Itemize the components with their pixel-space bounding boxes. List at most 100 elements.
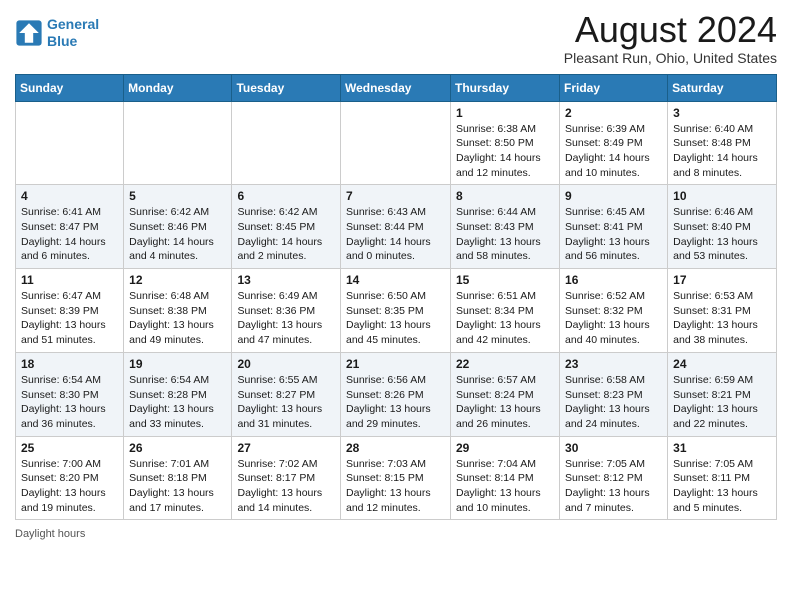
- calendar-cell: 26Sunrise: 7:01 AM Sunset: 8:18 PM Dayli…: [124, 436, 232, 520]
- day-info: Sunrise: 6:52 AM Sunset: 8:32 PM Dayligh…: [565, 289, 662, 348]
- calendar-cell: 23 Sunrise: 6:58 AM Sunset: 8:23 PM Dayli…: [560, 352, 668, 436]
- day-info: Sunrise: 6:54 AM Sunset: 8:28 PM Dayligh…: [129, 373, 226, 432]
- calendar-cell: 9 Sunrise: 6:45 AM Sunset: 8:41 PM Daylig…: [560, 185, 668, 269]
- day-info: Sunrise: 6:43 AM Sunset: 8:44 PM Dayligh…: [346, 205, 445, 264]
- calendar-cell: 8 Sunrise: 6:44 AM Sunset: 8:43 PM Daylig…: [451, 185, 560, 269]
- day-number: 23: [565, 357, 662, 371]
- day-info: Sunrise: 7:03 AM Sunset: 8:15 PM Dayligh…: [346, 457, 445, 516]
- day-info: Sunrise: 7:00 AM Sunset: 8:20 PM Dayligh…: [21, 457, 118, 516]
- weekday-header: Friday: [560, 74, 668, 101]
- page-subtitle: Pleasant Run, Ohio, United States: [564, 50, 777, 66]
- calendar-week-row: 25 Sunrise: 7:00 AM Sunset: 8:20 PM Dayli…: [16, 436, 777, 520]
- calendar-cell: 31 Sunrise: 7:05 AM Sunset: 8:11 PM Dayli…: [668, 436, 777, 520]
- day-info: Sunrise: 6:57 AM Sunset: 8:24 PM Dayligh…: [456, 373, 554, 432]
- day-number: 25: [21, 441, 118, 455]
- day-number: 22: [456, 357, 554, 371]
- day-info: Sunrise: 6:41 AM Sunset: 8:47 PM Dayligh…: [21, 205, 118, 264]
- day-info: Sunrise: 6:51 AM Sunset: 8:34 PM Dayligh…: [456, 289, 554, 348]
- calendar-cell: 10 Sunrise: 6:46 AM Sunset: 8:40 PM Dayli…: [668, 185, 777, 269]
- calendar-cell: 6 Sunrise: 6:42 AM Sunset: 8:45 PM Daylig…: [232, 185, 341, 269]
- calendar-cell: 13 Sunrise: 6:49 AM Sunset: 8:36 PM Dayli…: [232, 269, 341, 353]
- weekday-header: Sunday: [16, 74, 124, 101]
- day-info: Sunrise: 6:42 AM Sunset: 8:46 PM Dayligh…: [129, 205, 226, 264]
- day-number: 5: [129, 189, 226, 203]
- calendar-cell: 25 Sunrise: 7:00 AM Sunset: 8:20 PM Dayli…: [16, 436, 124, 520]
- day-number: 20: [237, 357, 335, 371]
- day-info: Sunrise: 6:40 AM Sunset: 8:48 PM Dayligh…: [673, 122, 771, 181]
- calendar-cell: 19Sunrise: 6:54 AM Sunset: 8:28 PM Dayli…: [124, 352, 232, 436]
- calendar-header: SundayMondayTuesdayWednesdayThursdayFrid…: [16, 74, 777, 101]
- day-info: Sunrise: 7:05 AM Sunset: 8:11 PM Dayligh…: [673, 457, 771, 516]
- day-number: 1: [456, 106, 554, 120]
- day-number: 13: [237, 273, 335, 287]
- logo-text: General Blue: [47, 16, 99, 50]
- day-info: Sunrise: 6:44 AM Sunset: 8:43 PM Dayligh…: [456, 205, 554, 264]
- day-info: Sunrise: 6:56 AM Sunset: 8:26 PM Dayligh…: [346, 373, 445, 432]
- calendar-table: SundayMondayTuesdayWednesdayThursdayFrid…: [15, 74, 777, 521]
- calendar-week-row: 18 Sunrise: 6:54 AM Sunset: 8:30 PM Dayli…: [16, 352, 777, 436]
- calendar-cell: 22 Sunrise: 6:57 AM Sunset: 8:24 PM Dayli…: [451, 352, 560, 436]
- day-number: 7: [346, 189, 445, 203]
- day-info: Sunrise: 6:58 AM Sunset: 8:23 PM Dayligh…: [565, 373, 662, 432]
- day-number: 14: [346, 273, 445, 287]
- calendar-cell: 24 Sunrise: 6:59 AM Sunset: 8:21 PM Dayli…: [668, 352, 777, 436]
- calendar-cell: [16, 101, 124, 185]
- day-info: Sunrise: 6:54 AM Sunset: 8:30 PM Dayligh…: [21, 373, 118, 432]
- logo-icon: [15, 19, 43, 47]
- day-number: 6: [237, 189, 335, 203]
- title-area: August 2024 Pleasant Run, Ohio, United S…: [564, 10, 777, 66]
- day-number: 15: [456, 273, 554, 287]
- weekday-header-row: SundayMondayTuesdayWednesdayThursdayFrid…: [16, 74, 777, 101]
- day-info: Sunrise: 7:04 AM Sunset: 8:14 PM Dayligh…: [456, 457, 554, 516]
- weekday-header: Wednesday: [341, 74, 451, 101]
- calendar-cell: 30Sunrise: 7:05 AM Sunset: 8:12 PM Dayli…: [560, 436, 668, 520]
- day-info: Sunrise: 6:39 AM Sunset: 8:49 PM Dayligh…: [565, 122, 662, 181]
- calendar-cell: 4 Sunrise: 6:41 AM Sunset: 8:47 PM Daylig…: [16, 185, 124, 269]
- day-info: Sunrise: 6:50 AM Sunset: 8:35 PM Dayligh…: [346, 289, 445, 348]
- calendar-cell: [341, 101, 451, 185]
- weekday-header: Tuesday: [232, 74, 341, 101]
- day-info: Sunrise: 6:49 AM Sunset: 8:36 PM Dayligh…: [237, 289, 335, 348]
- day-number: 30: [565, 441, 662, 455]
- weekday-header: Thursday: [451, 74, 560, 101]
- day-number: 18: [21, 357, 118, 371]
- day-number: 28: [346, 441, 445, 455]
- day-number: 3: [673, 106, 771, 120]
- day-info: Sunrise: 6:45 AM Sunset: 8:41 PM Dayligh…: [565, 205, 662, 264]
- day-number: 31: [673, 441, 771, 455]
- calendar-cell: 15 Sunrise: 6:51 AM Sunset: 8:34 PM Dayli…: [451, 269, 560, 353]
- day-number: 21: [346, 357, 445, 371]
- day-info: Sunrise: 7:02 AM Sunset: 8:17 PM Dayligh…: [237, 457, 335, 516]
- day-info: Sunrise: 6:55 AM Sunset: 8:27 PM Dayligh…: [237, 373, 335, 432]
- day-number: 27: [237, 441, 335, 455]
- day-number: 8: [456, 189, 554, 203]
- calendar-body: 1 Sunrise: 6:38 AM Sunset: 8:50 PM Daylig…: [16, 101, 777, 520]
- day-info: Sunrise: 6:46 AM Sunset: 8:40 PM Dayligh…: [673, 205, 771, 264]
- page-title: August 2024: [564, 10, 777, 50]
- weekday-header: Monday: [124, 74, 232, 101]
- day-info: Sunrise: 6:47 AM Sunset: 8:39 PM Dayligh…: [21, 289, 118, 348]
- calendar-cell: 11 Sunrise: 6:47 AM Sunset: 8:39 PM Dayli…: [16, 269, 124, 353]
- day-info: Sunrise: 6:38 AM Sunset: 8:50 PM Dayligh…: [456, 122, 554, 181]
- day-number: 4: [21, 189, 118, 203]
- calendar-cell: 16Sunrise: 6:52 AM Sunset: 8:32 PM Dayli…: [560, 269, 668, 353]
- calendar-cell: 14 Sunrise: 6:50 AM Sunset: 8:35 PM Dayli…: [341, 269, 451, 353]
- day-number: 29: [456, 441, 554, 455]
- calendar-cell: [232, 101, 341, 185]
- calendar-cell: 2Sunrise: 6:39 AM Sunset: 8:49 PM Daylig…: [560, 101, 668, 185]
- day-info: Sunrise: 6:42 AM Sunset: 8:45 PM Dayligh…: [237, 205, 335, 264]
- calendar-cell: 21 Sunrise: 6:56 AM Sunset: 8:26 PM Dayli…: [341, 352, 451, 436]
- day-number: 12: [129, 273, 226, 287]
- footer-note: Daylight hours: [15, 528, 777, 540]
- calendar-week-row: 11 Sunrise: 6:47 AM Sunset: 8:39 PM Dayli…: [16, 269, 777, 353]
- calendar-cell: 7 Sunrise: 6:43 AM Sunset: 8:44 PM Daylig…: [341, 185, 451, 269]
- calendar-cell: 17Sunrise: 6:53 AM Sunset: 8:31 PM Dayli…: [668, 269, 777, 353]
- weekday-header: Saturday: [668, 74, 777, 101]
- calendar-cell: 1 Sunrise: 6:38 AM Sunset: 8:50 PM Daylig…: [451, 101, 560, 185]
- day-number: 9: [565, 189, 662, 203]
- calendar-cell: 3 Sunrise: 6:40 AM Sunset: 8:48 PM Daylig…: [668, 101, 777, 185]
- day-number: 24: [673, 357, 771, 371]
- day-number: 11: [21, 273, 118, 287]
- day-info: Sunrise: 6:59 AM Sunset: 8:21 PM Dayligh…: [673, 373, 771, 432]
- day-number: 10: [673, 189, 771, 203]
